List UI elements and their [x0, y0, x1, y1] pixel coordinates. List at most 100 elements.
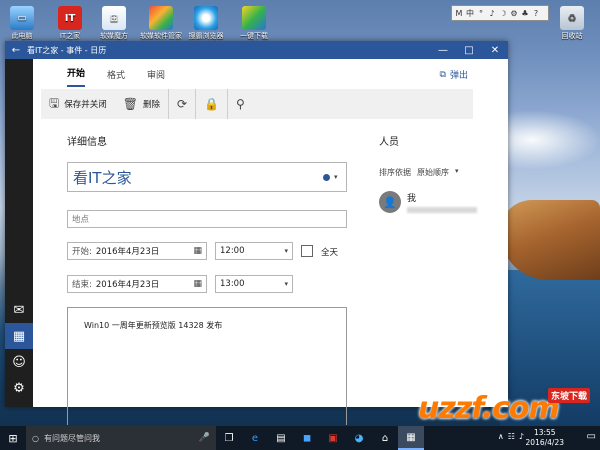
- calendar-color-dot[interactable]: [323, 173, 330, 181]
- calendar-icon[interactable]: ▦: [5, 323, 33, 349]
- tray-widget-item[interactable]: ♣: [520, 9, 530, 18]
- save-and-close-button[interactable]: 🖫 保存并关闭: [41, 89, 115, 119]
- cortana-search-box[interactable]: ○ 有问题尽管问我 🎤: [26, 426, 216, 450]
- ribbon-toolbar: 🖫 保存并关闭 🗑 删除 ⟳ 🔒 ⚲: [41, 89, 473, 119]
- minimize-button[interactable]: —: [430, 45, 456, 56]
- desktop-icon-label: 回收站: [561, 32, 583, 40]
- clock-time: 13:55: [533, 428, 556, 437]
- popout-button[interactable]: ⧉ 弹出: [440, 68, 468, 82]
- maximize-button[interactable]: □: [456, 45, 482, 56]
- calendar-event-window: ← 看IT之家 - 事件 - 日历 — □ ✕ ✉ ▦ ☺ ⚙ 开始 格式 审阅…: [5, 41, 508, 425]
- location-placeholder: 地点: [72, 215, 90, 225]
- attendee-name: 我: [407, 194, 417, 204]
- desktop-icon-download[interactable]: 一键下载: [232, 6, 276, 41]
- browser-icon: [194, 6, 218, 30]
- search-button[interactable]: ⚲: [228, 89, 253, 119]
- all-day-label: 全天: [321, 248, 339, 258]
- download-icon: [242, 6, 266, 30]
- desktop-icon-label: 搜霸浏览器: [188, 32, 224, 40]
- start-time-value: 12:00: [220, 246, 245, 256]
- clock-date: 2016/4/23: [525, 438, 564, 447]
- tab-review[interactable]: 审阅: [147, 68, 165, 87]
- end-label: 结束:: [72, 280, 92, 290]
- edge-browser-icon[interactable]: e: [242, 426, 268, 450]
- delete-button[interactable]: 🗑 删除: [115, 89, 168, 119]
- close-button[interactable]: ✕: [482, 45, 508, 56]
- mail-icon[interactable]: ✉: [5, 297, 33, 323]
- all-day-checkbox[interactable]: [301, 245, 313, 257]
- tray-widget-item[interactable]: ♪: [487, 9, 497, 18]
- attendee-me[interactable]: 👤 我: [379, 191, 477, 213]
- chevron-down-icon: ▾: [284, 247, 288, 255]
- store-icon[interactable]: ▤: [268, 426, 294, 450]
- end-time-select[interactable]: 13:00 ▾: [215, 275, 293, 293]
- lock-icon: 🔒: [204, 97, 220, 111]
- calendar-taskbar-icon[interactable]: ▦: [398, 426, 424, 450]
- desktop-icon-ithome[interactable]: IT IT之家: [48, 6, 92, 41]
- watermark-logo: uzzf.com 东坡下载: [418, 386, 594, 430]
- attendee-email-redacted: [407, 207, 477, 213]
- window-title: 看IT之家 - 事件 - 日历: [27, 45, 107, 55]
- desktop-icon-label: 软媒魔方: [100, 32, 128, 40]
- people-sort-row[interactable]: 排序依据 原始顺序 ▾: [379, 167, 459, 178]
- desktop-icon-recycle-bin[interactable]: ♻ 回收站: [550, 6, 594, 41]
- task-view-icon[interactable]: ❐: [216, 426, 242, 450]
- chevron-down-icon: ▾: [455, 167, 459, 175]
- people-heading: 人员: [379, 137, 399, 148]
- start-time-select[interactable]: 12:00 ▾: [215, 242, 293, 260]
- repeat-icon: ⟳: [177, 97, 188, 111]
- desktop-icon-browser[interactable]: 搜霸浏览器: [184, 6, 228, 41]
- action-center-icon[interactable]: ▭: [587, 431, 596, 442]
- tray-widget-item[interactable]: 中: [465, 8, 475, 19]
- system-tray: ∧ ☷ ♪: [498, 432, 524, 441]
- floating-tray-widget[interactable]: M 中 ° ♪ ☽ ⚙ ♣ ?: [451, 5, 549, 21]
- start-windows-icon[interactable]: ⊞: [0, 432, 26, 445]
- network-icon[interactable]: ☷: [508, 432, 515, 441]
- desktop-icon-this-pc[interactable]: ▭ 此电脑: [0, 6, 44, 41]
- desktop-icon-label: 此电脑: [11, 32, 33, 40]
- tab-home[interactable]: 开始: [67, 66, 86, 87]
- start-date-value: 2016年4月23日: [95, 247, 160, 257]
- chevron-up-icon[interactable]: ∧: [498, 432, 504, 441]
- tray-widget-item[interactable]: °: [476, 9, 486, 18]
- home-app-icon[interactable]: ⌂: [372, 426, 398, 450]
- event-editor: 开始 格式 审阅 ⧉ 弹出 🖫 保存并关闭 🗑 删除 ⟳ 🔒 ⚲ 详细信息 看I…: [33, 59, 508, 425]
- event-notes-editor[interactable]: Win10 一周年更新预览版 14328 发布: [67, 307, 347, 425]
- chevron-down-icon[interactable]: ▾: [334, 173, 346, 181]
- sort-value: 原始顺序: [417, 168, 449, 177]
- desktop-icon-software-manager[interactable]: 软媒软件管家: [139, 6, 183, 41]
- repeat-button[interactable]: ⟳: [169, 89, 195, 119]
- end-date-picker[interactable]: 结束: 2016年4月23日 ▦: [67, 275, 207, 293]
- ithome-app-icon[interactable]: ▣: [320, 426, 346, 450]
- taskbar-clock[interactable]: 13:55 2016/4/23: [526, 428, 564, 448]
- location-input[interactable]: 地点: [67, 210, 347, 228]
- recycle-bin-icon: ♻: [560, 6, 584, 30]
- private-button[interactable]: 🔒: [196, 89, 227, 119]
- trash-icon: 🗑: [122, 97, 138, 111]
- end-date-value: 2016年4月23日: [95, 280, 160, 290]
- cortana-circle-icon: ○: [32, 433, 39, 443]
- ruanmei-app-icon[interactable]: ◼: [294, 426, 320, 450]
- microphone-icon[interactable]: 🎤: [199, 433, 210, 443]
- cube-icon: ⊞: [102, 6, 126, 30]
- back-arrow-icon[interactable]: ←: [5, 45, 27, 56]
- wallpaper-rock: [500, 200, 600, 280]
- event-subject-field[interactable]: 看IT之家 ▾: [67, 162, 347, 192]
- tab-format[interactable]: 格式: [107, 68, 125, 87]
- people-smiley-icon[interactable]: ☺: [5, 349, 33, 375]
- search-placeholder: 有问题尽管问我: [43, 433, 100, 443]
- volume-icon[interactable]: ♪: [519, 432, 524, 441]
- tray-widget-item[interactable]: ☽: [498, 9, 508, 18]
- browser-taskbar-icon[interactable]: ◕: [346, 426, 372, 450]
- settings-gear-icon[interactable]: ⚙: [5, 375, 33, 401]
- desktop-icon-ruanmei-cube[interactable]: ⊞ 软媒魔方: [92, 6, 136, 41]
- tray-widget-item[interactable]: ?: [531, 9, 541, 18]
- avatar: 👤: [379, 191, 401, 213]
- tray-widget-item[interactable]: M: [454, 9, 464, 18]
- it-home-icon: IT: [58, 6, 82, 30]
- tray-widget-item[interactable]: ⚙: [509, 9, 519, 18]
- desktop-icon-label: IT之家: [59, 32, 81, 40]
- start-date-picker[interactable]: 开始: 2016年4月23日 ▦: [67, 242, 207, 260]
- calendar-small-icon: ▦: [193, 279, 202, 289]
- watermark-cn-badge: 东坡下载: [547, 388, 590, 403]
